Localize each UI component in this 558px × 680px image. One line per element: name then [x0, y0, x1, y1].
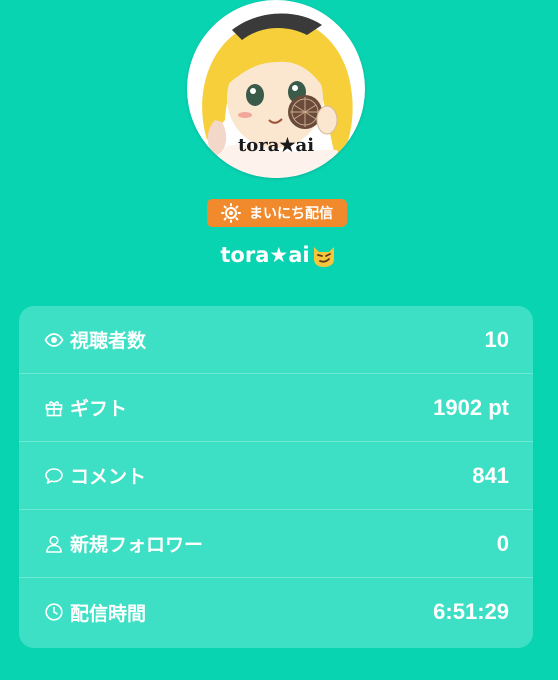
stat-row-viewers: 視聴者数 10	[19, 306, 533, 374]
sun-icon	[221, 203, 241, 223]
stat-label: ギフト	[70, 398, 128, 420]
avatar-caption: tora★ai	[237, 135, 315, 156]
gift-icon	[45, 400, 63, 416]
stat-value: 10	[484, 326, 509, 352]
stat-value: 1902 pt	[433, 394, 509, 420]
stat-label: 視聴者数	[70, 330, 147, 352]
person-icon	[46, 535, 62, 553]
stat-row-stream-time: 配信時間 6:51:29	[19, 578, 533, 646]
stat-label: 新規フォロワー	[70, 534, 204, 556]
smirking-cat-emoji-icon	[310, 241, 338, 269]
avatar: tora★ai	[187, 0, 365, 178]
stat-label: 配信時間	[70, 602, 147, 625]
eye-icon	[44, 332, 64, 347]
stat-row-new-followers: 新規フォロワー 0	[19, 510, 533, 578]
clock-icon	[45, 603, 63, 621]
stat-row-comments: コメント 841	[19, 442, 533, 510]
daily-stream-badge: まいにち配信	[207, 199, 347, 227]
stat-value: 0	[496, 530, 509, 556]
stat-row-gifts: ギフト 1902 pt	[19, 374, 533, 442]
badge-label: まいにち配信	[249, 206, 333, 222]
username-text: tora★ai	[220, 243, 310, 267]
username: tora★ai	[0, 241, 558, 269]
stat-value: 6:51:29	[433, 599, 509, 624]
stream-stats-card: 視聴者数 10 ギフト 1902 pt コメント 841 新規フォロワー 0 配…	[19, 306, 533, 648]
comment-icon	[45, 467, 63, 484]
stat-value: 841	[472, 462, 509, 488]
stat-label: コメント	[70, 466, 147, 488]
